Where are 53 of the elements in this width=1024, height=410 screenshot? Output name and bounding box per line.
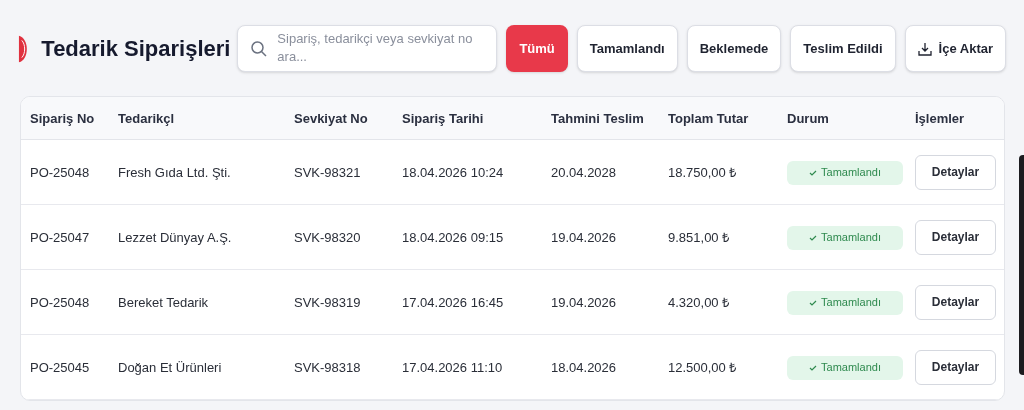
check-icon	[809, 233, 818, 242]
status-badge: Tamamlandı	[787, 355, 903, 380]
table-cell: 12.500,00 ₺	[668, 360, 737, 375]
table-cell: 19.04.2026	[551, 295, 617, 310]
table-cell: PO-25048	[30, 165, 90, 180]
column-header: Durum	[787, 111, 829, 126]
column-header: Sipariş Tarihi	[402, 111, 484, 126]
table-cell: Lezzet Dünyay A.Ş.	[118, 230, 232, 245]
table-cell: 17.04.2026 16:45	[402, 295, 504, 310]
details-button[interactable]: Detaylar	[915, 284, 996, 320]
column-header: Sevkiyat No	[294, 111, 368, 126]
table-cell: 20.04.2028	[551, 165, 617, 180]
table-cell: 17.04.2026 11:10	[402, 360, 503, 375]
table-cell: SVK-98320	[294, 230, 361, 245]
column-header: Tedarikçl	[118, 111, 175, 126]
table-cell: PO-25047	[30, 230, 90, 245]
download-icon	[917, 41, 932, 56]
search-icon	[250, 39, 269, 58]
status-badge: Tamamlandı	[787, 290, 903, 315]
table-cell: 4.320,00 ₺	[668, 295, 730, 310]
table-cell: 19.04.2026	[551, 230, 617, 245]
table-cell: 18.04.2026	[551, 360, 617, 375]
status-badge: Tamamlandı	[787, 225, 903, 250]
check-icon	[809, 363, 818, 372]
filter-tab[interactable]: Tamamlandı	[576, 25, 678, 72]
search-field[interactable]: Sipariş, tedarikçi veya sevkiyat no ara...	[237, 25, 498, 72]
table-cell: SVK-98319	[294, 295, 361, 310]
column-header: Tahmini Teslim	[551, 111, 644, 126]
table-cell: Bereket Tedarik	[118, 295, 209, 310]
table-cell: SVK-98321	[294, 165, 361, 180]
status-badge: Tamamlandı	[787, 160, 903, 185]
table-cell: Doğan Et Ürünleri	[118, 360, 222, 375]
table-cell: 18.750,00 ₺	[668, 165, 737, 180]
details-button[interactable]: Detaylar	[915, 349, 996, 385]
details-button[interactable]: Detaylar	[915, 219, 996, 255]
page-title: Tedarik Siparişleri	[41, 35, 232, 63]
filter-tab[interactable]: Tümü	[506, 25, 568, 72]
filter-tab[interactable]: Teslim Edildi	[790, 25, 896, 72]
table-cell: PO-25045	[30, 360, 90, 375]
table-cell: 18.04.2026 09:15	[402, 230, 504, 245]
column-header: Toplam Tutar	[668, 111, 749, 126]
column-header: Sipariş No	[30, 111, 95, 126]
check-icon	[809, 168, 818, 177]
details-button[interactable]: Detaylar	[915, 154, 996, 190]
table-cell: 9.851,00 ₺	[668, 230, 730, 245]
table-cell: PO-25048	[30, 295, 90, 310]
table-cell: Fresh Gıda Ltd. Şti.	[118, 165, 231, 180]
filter-tab[interactable]: Beklemede	[686, 25, 782, 72]
column-header: İşlemler	[915, 111, 965, 126]
table-cell: SVK-98318	[294, 360, 361, 375]
import-button[interactable]: İçe Aktar	[904, 25, 1006, 72]
check-icon	[809, 298, 818, 307]
table-cell: 18.04.2026 10:24	[402, 165, 504, 180]
